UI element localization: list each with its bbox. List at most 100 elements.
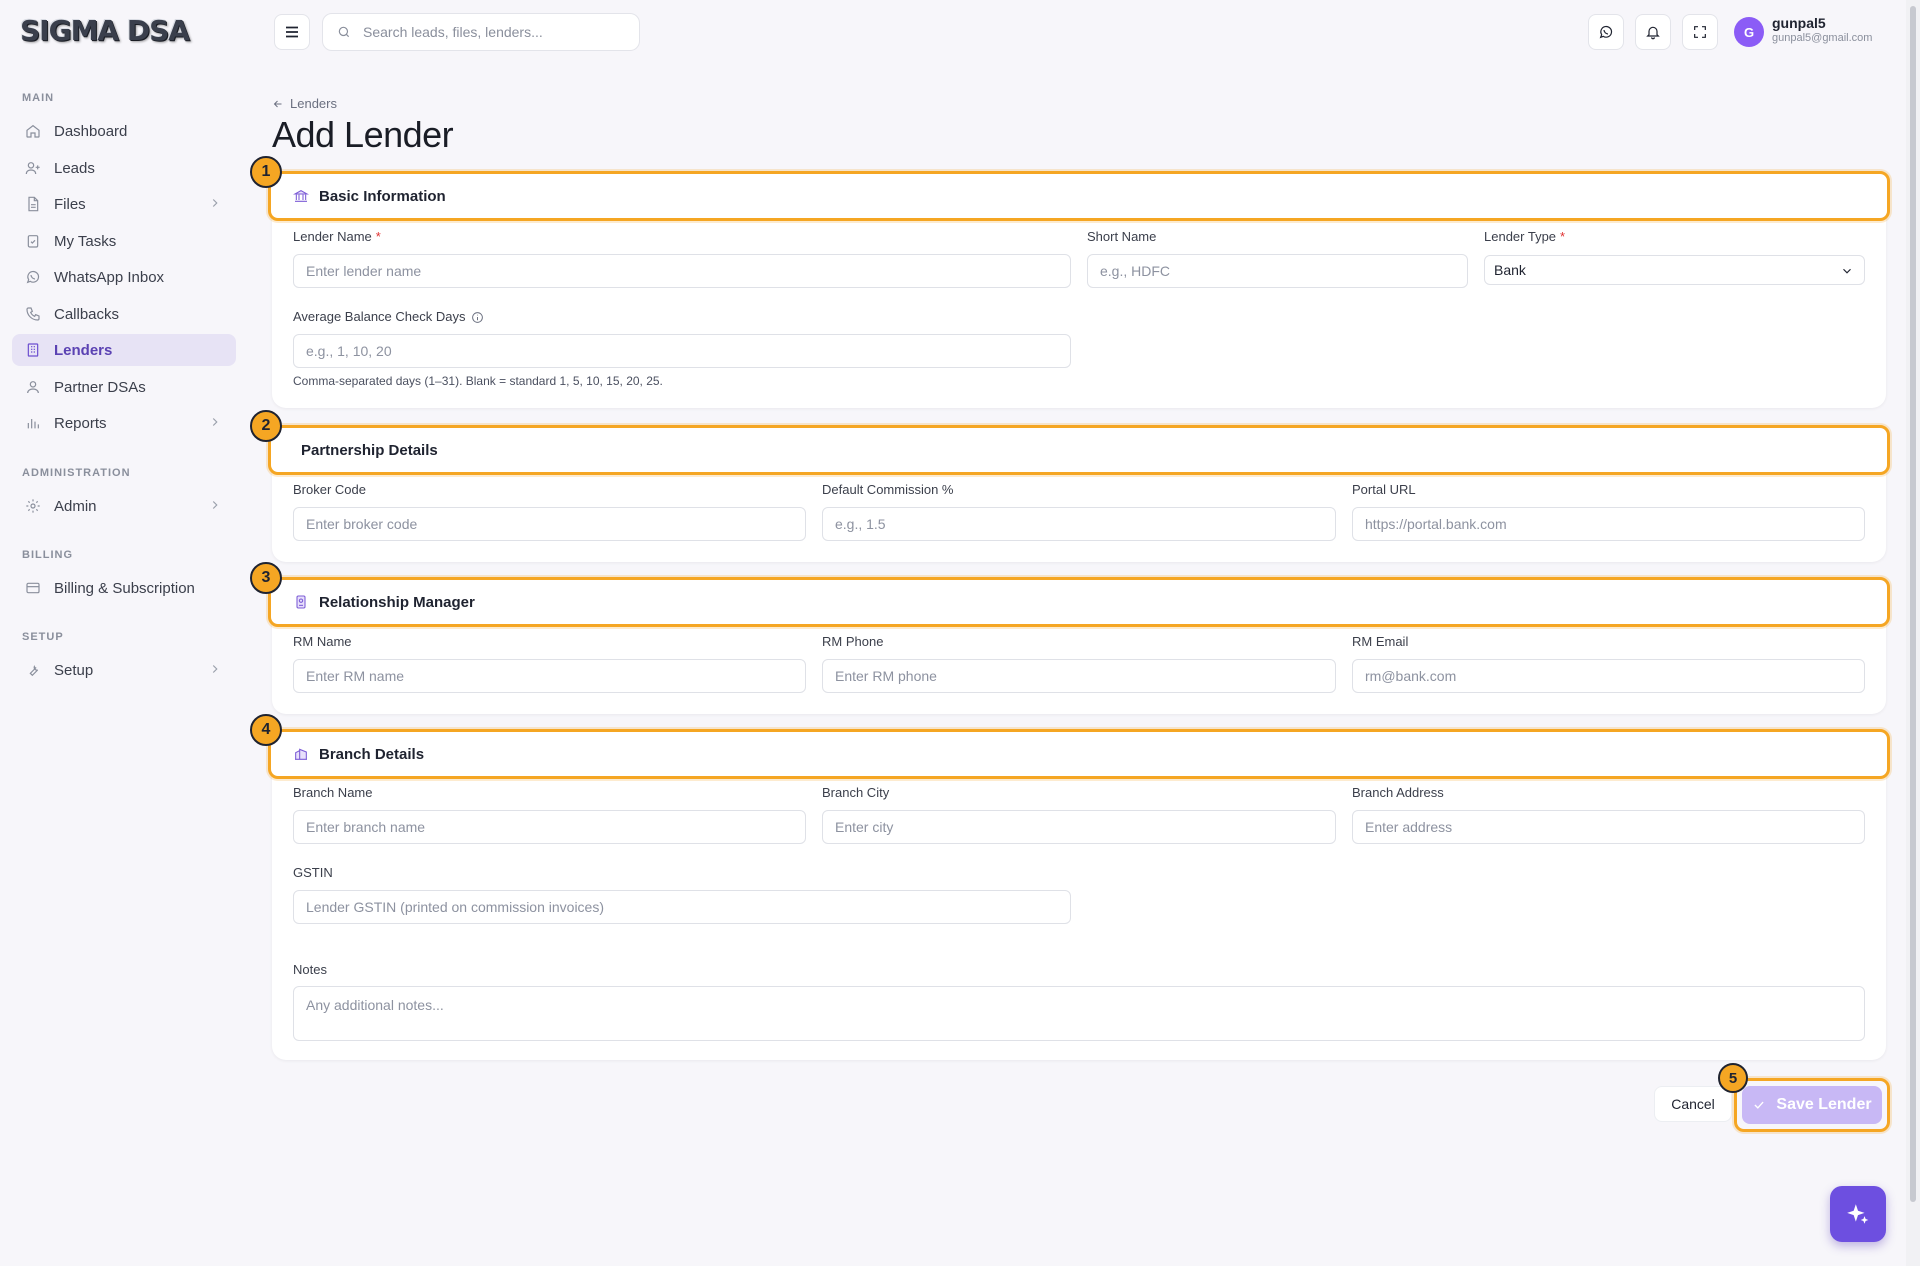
sidebar-item-label: Leads [54,159,95,177]
sidebar-item-label: Admin [54,497,97,515]
portal-url-label: Portal URL [1352,482,1416,497]
sidebar-item-files[interactable]: Files [12,188,236,220]
wrench-icon [24,661,42,679]
sidebar-item-label: WhatsApp Inbox [54,268,165,286]
whatsapp-button[interactable] [1588,14,1624,50]
rm-email-input[interactable] [1352,659,1865,693]
sidebar-item-reports[interactable]: Reports [12,407,236,439]
sidebar-item-label: My Tasks [54,232,117,250]
gstin-input[interactable] [293,890,1071,924]
file-icon [24,195,42,213]
user-name[interactable]: gunpal5 [1772,15,1826,31]
ai-assistant-button[interactable] [1830,1186,1886,1242]
section-title: Branch Details [319,745,425,763]
sidebar-item-my-tasks[interactable]: My Tasks [12,225,236,257]
short-name-input[interactable] [1087,254,1468,288]
section-header-partnership: Partnership Details [268,425,1890,475]
notes-textarea[interactable] [293,986,1865,1041]
step-badge-2: 2 [250,410,282,442]
sidebar-item-billing[interactable]: Billing & Subscription [12,572,236,604]
branch-city-input[interactable] [822,810,1336,844]
search-icon [338,26,350,38]
step-badge-5: 5 [1718,1063,1748,1093]
lender-type-select[interactable]: Bank [1484,255,1865,285]
chevron-right-icon [208,498,222,512]
scrollbar-thumb[interactable] [1910,6,1916,1202]
fullscreen-button[interactable] [1682,14,1718,50]
sparkles-icon [1847,1204,1869,1224]
global-search[interactable] [322,13,640,51]
sidebar-item-label: Dashboard [54,122,128,140]
rm-name-input[interactable] [293,659,806,693]
page-title: Add Lender [272,114,454,155]
rm-name-label: RM Name [293,634,352,649]
broker-code-input[interactable] [293,507,806,541]
step-badge-1: 1 [250,156,282,188]
branch-name-input[interactable] [293,810,806,844]
broker-code-label: Broker Code [293,482,366,497]
label-text: Lender Type [1484,229,1557,244]
avatar[interactable]: G [1734,17,1764,47]
step-badge-4: 4 [250,714,282,746]
sidebar-item-whatsapp-inbox[interactable]: WhatsApp Inbox [12,261,236,293]
nav-section-administration: ADMINISTRATION [22,467,131,479]
check-icon [1754,1101,1765,1109]
cancel-button[interactable]: Cancel [1654,1086,1732,1122]
sidebar-item-label: Lenders [54,341,113,359]
brand-logo[interactable]: SIGMA DSA [20,14,190,48]
bell-icon [1646,26,1660,40]
users-icon [24,378,42,396]
breadcrumb[interactable]: Lenders [272,96,337,111]
branch-address-input[interactable] [1352,810,1865,844]
clipboard-check-icon [24,232,42,250]
rm-phone-input[interactable] [822,659,1336,693]
sidebar-item-setup[interactable]: Setup [12,654,236,686]
chevron-down-icon [1843,268,1851,274]
id-badge-icon [293,594,309,610]
rm-email-label: RM Email [1352,634,1409,649]
sidebar-item-lenders[interactable]: Lenders [12,334,236,366]
selected-value: Bank [1494,262,1526,278]
branch-city-label: Branch City [822,785,890,800]
sidebar-item-label: Files [54,195,86,213]
whatsapp-icon [24,268,42,286]
avg-balance-days-hint: Comma-separated days (1–31). Blank = sta… [293,374,663,388]
required-mark: * [375,229,381,244]
nav-section-billing: BILLING [22,549,73,561]
credit-card-icon [24,579,42,597]
user-email: gunpal5@gmail.com [1772,32,1873,44]
portal-url-input[interactable] [1352,507,1865,541]
label-text: Average Balance Check Days [293,309,466,324]
avg-balance-days-input[interactable] [293,334,1071,368]
menu-toggle-button[interactable] [274,14,310,50]
gear-icon [24,497,42,515]
search-input[interactable] [363,24,633,40]
section-header-basic-info: Basic Information [268,171,1890,221]
section-header-branch: Branch Details [268,729,1890,779]
hamburger-icon [286,26,298,38]
sidebar-item-label: Partner DSAs [54,378,146,396]
breadcrumb-link[interactable]: Lenders [290,96,337,111]
required-mark: * [1560,229,1566,244]
home-icon [24,122,42,140]
sidebar-item-dashboard[interactable]: Dashboard [12,115,236,147]
save-lender-button[interactable]: Save Lender [1742,1086,1882,1124]
chevron-right-icon [208,662,222,676]
sidebar-item-leads[interactable]: Leads [12,152,236,184]
sidebar-item-partner-dsas[interactable]: Partner DSAs [12,371,236,403]
label-text: Lender Name [293,229,372,244]
sidebar-item-label: Setup [54,661,94,679]
lender-name-input[interactable] [293,254,1071,288]
lender-type-label: Lender Type * [1484,229,1565,244]
notifications-button[interactable] [1635,14,1671,50]
sidebar-item-callbacks[interactable]: Callbacks [12,298,236,330]
nav-section-setup: SETUP [22,631,64,643]
default-commission-input[interactable] [822,507,1336,541]
step-badge-3: 3 [250,562,282,594]
sidebar-item-admin[interactable]: Admin [12,490,236,522]
whatsapp-icon [1599,25,1613,39]
info-icon[interactable] [471,311,484,324]
user-plus-icon [24,159,42,177]
branch-building-icon [293,746,309,762]
arrow-left-icon [273,100,282,107]
